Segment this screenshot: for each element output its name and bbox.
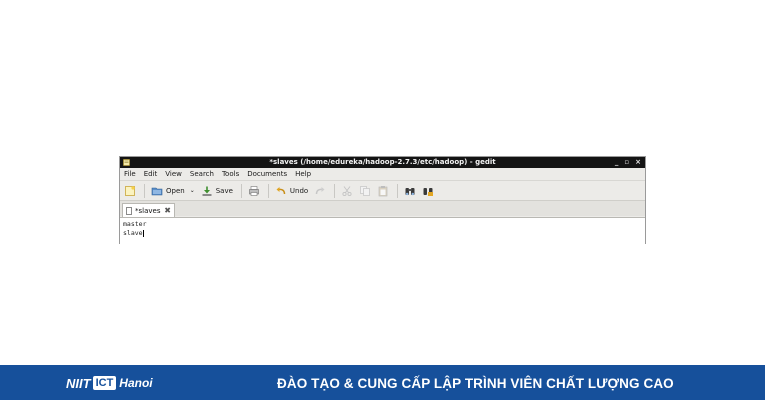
find-button[interactable]: [404, 183, 416, 199]
logo-text-ict: ICT: [92, 376, 117, 390]
paste-button[interactable]: [377, 183, 389, 199]
menu-file[interactable]: File: [124, 170, 136, 178]
logo-text-hanoi: Hanoi: [119, 376, 153, 390]
menu-documents[interactable]: Documents: [247, 170, 287, 178]
toolbar: Open ⌄ Save Undo: [120, 180, 645, 200]
close-button[interactable]: ×: [635, 157, 641, 168]
window-controls: _ ▫ ×: [615, 157, 641, 168]
binoculars-icon: [405, 187, 415, 195]
open-button[interactable]: Open ⌄: [151, 183, 195, 199]
open-label: Open: [166, 186, 185, 195]
cut-icon: [342, 185, 352, 196]
new-button[interactable]: [124, 183, 136, 199]
menu-bar: File Edit View Search Tools Documents He…: [120, 168, 645, 180]
editor-line: slave: [123, 229, 143, 237]
folder-open-icon: [151, 187, 163, 195]
find-replace-icon: [423, 187, 434, 196]
title-bar[interactable]: *slaves (/home/edureka/hadoop-2.7.3/etc/…: [120, 157, 645, 168]
redo-button[interactable]: [314, 183, 326, 199]
toolbar-separator: [144, 183, 145, 198]
maximize-button[interactable]: ▫: [624, 157, 629, 168]
save-icon: [202, 186, 212, 196]
menu-search[interactable]: Search: [190, 170, 214, 178]
slogan: ĐÀO TẠO & CUNG CẤP LẬP TRÌNH VIÊN CHẤT L…: [277, 376, 674, 391]
gedit-app-icon: [123, 159, 130, 166]
save-label: Save: [215, 186, 233, 195]
new-document-icon: [125, 185, 135, 196]
editor-line-with-cursor: slave: [123, 229, 642, 238]
tab-slaves[interactable]: *slaves ✖: [122, 203, 175, 217]
toolbar-separator: [334, 183, 336, 198]
cut-button[interactable]: [341, 183, 353, 199]
copy-icon: [360, 185, 371, 196]
page: *slaves (/home/edureka/hadoop-2.7.3/etc/…: [0, 0, 765, 400]
text-cursor: [142, 229, 144, 237]
document-icon: [126, 206, 132, 215]
redo-icon: [315, 186, 325, 194]
menu-tools[interactable]: Tools: [222, 170, 239, 178]
toolbar-separator: [240, 183, 242, 198]
text-editor[interactable]: master slave: [120, 217, 645, 244]
toolbar-separator: [267, 183, 269, 198]
copy-button[interactable]: [359, 183, 371, 199]
editor-line: master: [123, 220, 147, 228]
menu-view[interactable]: View: [165, 170, 182, 178]
print-button[interactable]: [248, 183, 260, 199]
window-title: *slaves (/home/edureka/hadoop-2.7.3/etc/…: [269, 158, 496, 166]
replace-button[interactable]: [422, 183, 434, 199]
footer-banner: NIIT ICT Hanoi ĐÀO TẠO & CUNG CẤP LẬP TR…: [0, 365, 765, 400]
paste-icon: [378, 185, 388, 196]
minimize-button[interactable]: _: [615, 157, 619, 168]
undo-button[interactable]: Undo: [275, 183, 308, 199]
toolbar-separator: [397, 183, 399, 198]
gedit-window: *slaves (/home/edureka/hadoop-2.7.3/etc/…: [119, 156, 646, 244]
chevron-down-icon[interactable]: ⌄: [190, 187, 195, 194]
save-button[interactable]: Save: [201, 183, 233, 199]
menu-help[interactable]: Help: [295, 170, 311, 178]
menu-edit[interactable]: Edit: [144, 170, 158, 178]
undo-label: Undo: [289, 186, 309, 195]
tab-label: *slaves: [135, 206, 161, 215]
close-tab-icon[interactable]: ✖: [164, 206, 171, 215]
logo-text-niit: NIIT: [66, 375, 91, 391]
document-tab-strip: *slaves ✖: [120, 200, 645, 217]
printer-icon: [249, 185, 259, 196]
undo-icon: [276, 186, 286, 194]
niit-ict-hanoi-logo[interactable]: NIIT ICT Hanoi: [66, 375, 153, 391]
